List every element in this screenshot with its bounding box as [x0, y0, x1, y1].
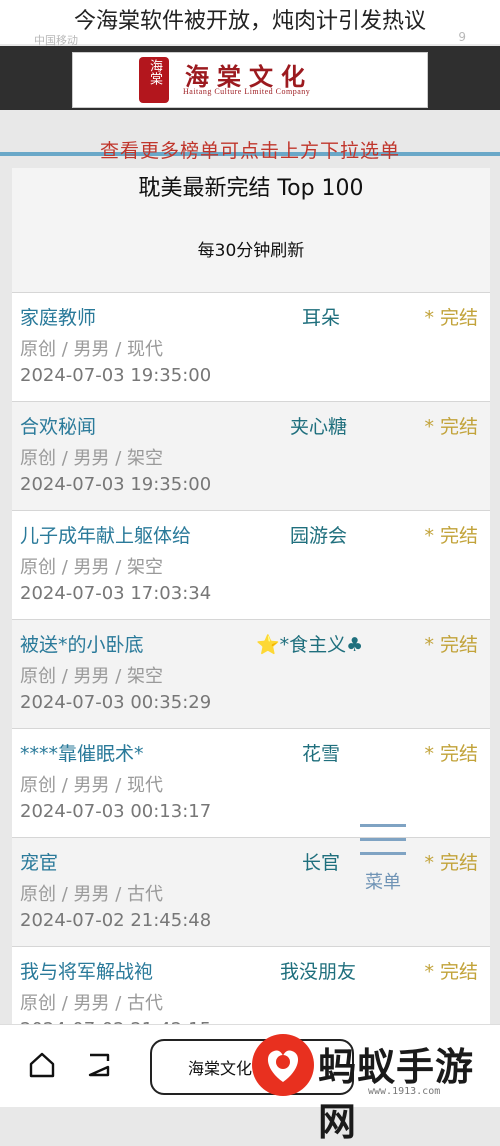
ranking-panel: 耽美最新完结 Top 100 每30分钟刷新 家庭教师 耳朵 * 完结 原创 / 男男… — [12, 168, 490, 1028]
brand-seal-logo: 海棠 — [139, 57, 169, 103]
book-title-link[interactable]: 合欢秘闻 — [20, 412, 96, 439]
book-status: * 完结 — [424, 416, 478, 438]
current-tab-label: 海棠文化 — [188, 1059, 253, 1078]
book-meta: 原创 / 男男 / 古代 — [20, 884, 164, 905]
watermark: 蚂蚁手游网 www.1913.com — [244, 1028, 500, 1144]
floating-menu-button[interactable]: 菜单 — [354, 820, 412, 900]
tabs-icon[interactable] — [86, 1051, 114, 1079]
book-row[interactable]: ****靠催眠术* 花雪 * 完结原创 / 男男 / 现代 2024-07-03 00… — [12, 728, 490, 837]
book-title-link[interactable]: 儿子成年献上躯体给 — [20, 521, 191, 548]
book-status: * 完结 — [424, 634, 478, 656]
book-row[interactable]: 被送*的小卧底 ⭐*食主义♣ * 完结原创 / 男男 / 架空 2024-07-03 … — [12, 619, 490, 728]
book-meta: 原创 / 男男 / 现代 — [20, 339, 164, 360]
ranking-header: 耽美最新完结 Top 100 每30分钟刷新 — [12, 168, 490, 292]
menu-label: 菜单 — [365, 872, 401, 893]
book-row[interactable]: 家庭教师 耳朵 * 完结原创 / 男男 / 现代 2024-07-03 19:35:0… — [12, 292, 490, 401]
book-title-link[interactable]: ****靠催眠术* — [20, 739, 144, 766]
book-title-link[interactable]: 宠宦 — [20, 848, 58, 875]
book-title-link[interactable]: 被送*的小卧底 — [20, 630, 144, 657]
book-status: * 完结 — [424, 743, 478, 765]
status-bar: 中国移动 9 — [0, 20, 500, 47]
book-meta: 原创 / 男男 / 架空 — [20, 666, 164, 687]
book-author-link[interactable]: 长官 — [302, 848, 340, 875]
book-row[interactable]: 儿子成年献上躯体给 园游会 * 完结原创 / 男男 / 架空 2024-07-03 1… — [12, 510, 490, 619]
book-title-link[interactable]: 家庭教师 — [20, 303, 96, 330]
ranking-title: 耽美最新完结 Top 100 — [138, 176, 364, 201]
book-updated-time: 2024-07-02 21:45:48 — [20, 910, 212, 931]
book-author-link[interactable]: 园游会 — [290, 521, 347, 548]
book-list: 家庭教师 耳朵 * 完结 原创 / 男男 / 现代 2024-07-03 19:35:0… — [12, 292, 490, 1028]
book-title-link[interactable]: 我与将军解战袍 — [20, 957, 153, 984]
book-author-link[interactable]: ⭐*食主义♣ — [256, 630, 363, 657]
brand-subtitle: Haitang Culture Limited Company — [183, 87, 311, 96]
book-status: * 完结 — [424, 852, 478, 874]
book-status: * 完结 — [424, 961, 478, 983]
watermark-url: www.1913.com — [368, 1086, 441, 1097]
book-author-link[interactable]: 夹心糖 — [290, 412, 347, 439]
book-updated-time: 2024-07-03 17:03:34 — [20, 583, 212, 604]
book-author-link[interactable]: 我没朋友 — [280, 957, 356, 984]
book-row[interactable]: 我与将军解战袍我没朋友* 完结原创 / 男男 / 古代2024-07-02 21… — [12, 946, 490, 1028]
book-status: * 完结 — [424, 307, 478, 329]
book-row[interactable]: 宠宦 长官 * 完结原创 / 男男 / 古代 2024-07-02 21:45:48 — [12, 837, 490, 946]
book-meta: 原创 / 男男 / 现代 — [20, 775, 164, 796]
menu-icon — [360, 824, 406, 827]
book-updated-time: 2024-07-03 19:35:00 — [20, 474, 212, 495]
dropdown-hint: 查看更多榜单可点击上方下拉选单 — [99, 140, 400, 162]
home-icon[interactable] — [28, 1051, 56, 1079]
book-updated-time: 2024-07-03 00:13:17 — [20, 801, 212, 822]
book-meta: 原创 / 男男 / 古代 — [20, 993, 164, 1014]
watermark-logo-icon — [252, 1034, 314, 1096]
refresh-note: 每30分钟刷新 — [197, 241, 305, 261]
brand-banner[interactable]: 海棠 海棠文化 Haitang Culture Limited Company — [72, 52, 428, 108]
book-meta: 原创 / 男男 / 架空 — [20, 448, 164, 469]
site-header: 海棠 海棠文化 Haitang Culture Limited Company — [0, 46, 500, 156]
book-author-link[interactable]: 耳朵 — [302, 303, 340, 330]
book-status: * 完结 — [424, 525, 478, 547]
book-row[interactable]: 合欢秘闻 夹心糖 * 完结原创 / 男男 / 架空 2024-07-03 19:35:… — [12, 401, 490, 510]
book-updated-time: 2024-07-03 19:35:00 — [20, 365, 212, 386]
book-updated-time: 2024-07-03 00:35:29 — [20, 692, 212, 713]
status-time: 9 — [458, 30, 466, 44]
book-author-link[interactable]: 花雪 — [302, 739, 340, 766]
book-meta: 原创 / 男男 / 架空 — [20, 557, 164, 578]
